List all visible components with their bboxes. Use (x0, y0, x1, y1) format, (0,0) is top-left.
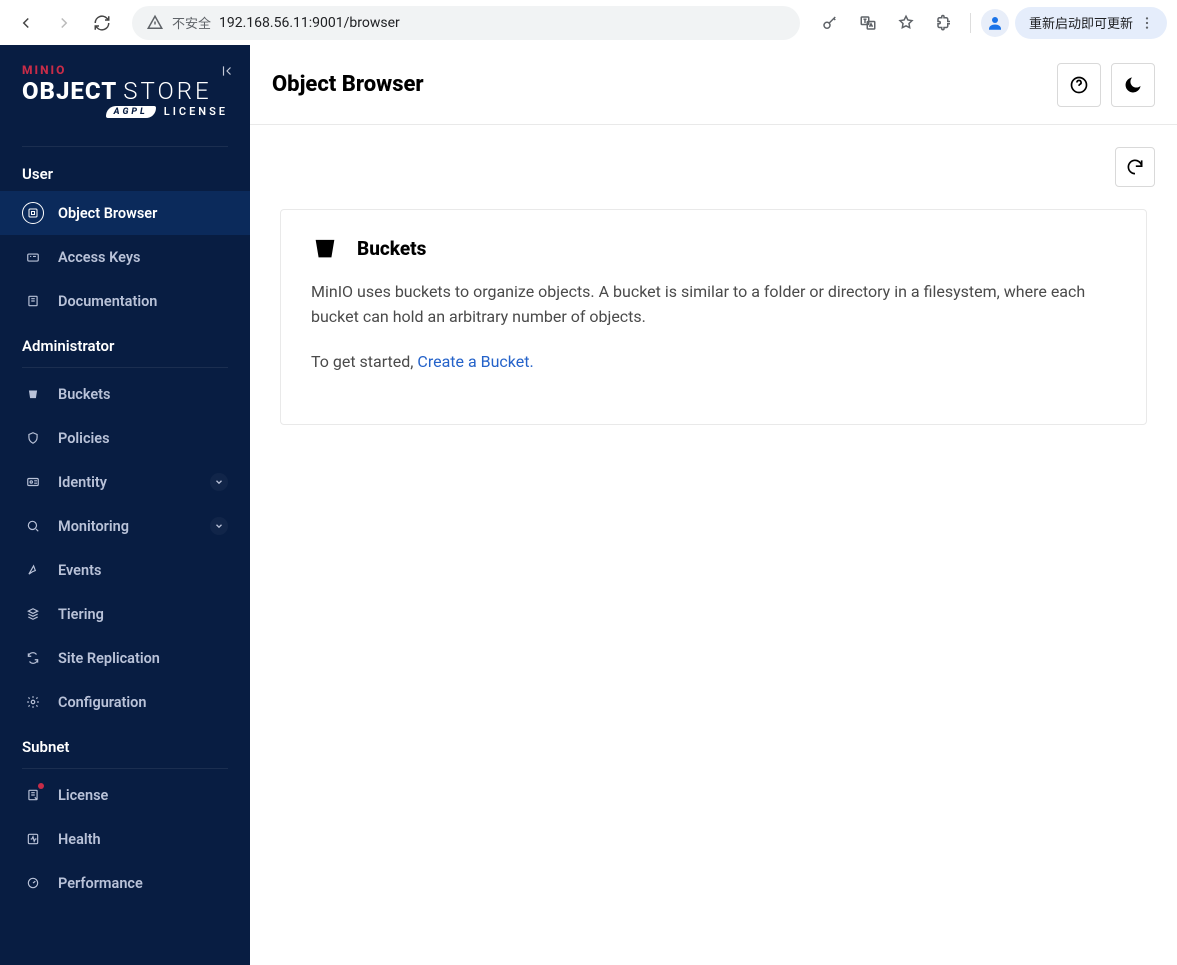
bucket-icon (311, 234, 339, 262)
sidebar-item-tiering[interactable]: Tiering (0, 592, 250, 636)
events-icon (22, 559, 44, 581)
reload-button[interactable] (86, 7, 118, 39)
dark-mode-button[interactable] (1111, 63, 1155, 107)
create-bucket-link[interactable]: Create a Bucket. (417, 352, 533, 371)
sidebar-item-access-keys[interactable]: Access Keys (0, 235, 250, 279)
sidebar-item-label: Policies (58, 430, 110, 447)
logo-line3: AGPLLICENSE (22, 105, 228, 118)
configuration-icon (22, 691, 44, 713)
sidebar-item-label: Configuration (58, 694, 147, 711)
main-content: Object Browser Buckets MinIO uses bucket… (250, 45, 1177, 965)
page-title: Object Browser (272, 72, 1047, 97)
relaunch-update-button[interactable]: 重新启动即可更新 (1015, 7, 1167, 39)
sidebar-item-label: Tiering (58, 606, 104, 623)
card-title: Buckets (357, 237, 426, 260)
toolbar (250, 125, 1177, 209)
sidebar-item-label: Site Replication (58, 650, 160, 667)
documentation-icon (22, 290, 44, 312)
sidebar-item-configuration[interactable]: Configuration (0, 680, 250, 724)
section-administrator: Administrator (0, 323, 250, 363)
sidebar-item-site-replication[interactable]: Site Replication (0, 636, 250, 680)
chevron-down-icon (210, 517, 228, 535)
sidebar-item-license[interactable]: License (0, 773, 250, 817)
translate-icon[interactable] (852, 7, 884, 39)
divider (22, 146, 228, 147)
card-cta-line: To get started, Create a Bucket. (311, 350, 1116, 375)
monitoring-icon (22, 515, 44, 537)
object-browser-icon (22, 202, 44, 224)
extensions-icon[interactable] (928, 7, 960, 39)
sidebar-item-performance[interactable]: Performance (0, 861, 250, 905)
refresh-button[interactable] (1115, 147, 1155, 187)
address-bar[interactable]: 不安全 192.168.56.11:9001/browser (132, 6, 800, 40)
page-header: Object Browser (250, 45, 1177, 125)
section-user: User (0, 151, 250, 191)
back-button[interactable] (10, 7, 42, 39)
divider (22, 367, 228, 368)
not-secure-icon (146, 14, 164, 32)
identity-icon (22, 471, 44, 493)
sidebar-item-label: Documentation (58, 293, 157, 310)
policies-icon (22, 427, 44, 449)
card-description: MinIO uses buckets to organize objects. … (311, 280, 1116, 330)
sidebar-item-object-browser[interactable]: Object Browser (0, 191, 250, 235)
sidebar-item-label: Events (58, 562, 101, 579)
site-replication-icon (22, 647, 44, 669)
sidebar-item-identity[interactable]: Identity (0, 460, 250, 504)
app-shell: MINIO OBJECTSTORE AGPLLICENSE User Objec… (0, 45, 1177, 965)
sidebar-item-monitoring[interactable]: Monitoring (0, 504, 250, 548)
performance-icon (22, 872, 44, 894)
sidebar-item-health[interactable]: Health (0, 817, 250, 861)
sidebar-item-label: Identity (58, 474, 107, 491)
forward-button[interactable] (48, 7, 80, 39)
card-header: Buckets (311, 234, 1116, 262)
card-body: MinIO uses buckets to organize objects. … (311, 280, 1116, 374)
browser-toolbar: 不安全 192.168.56.11:9001/browser 重新启动即可更新 (0, 0, 1177, 45)
sidebar-item-documentation[interactable]: Documentation (0, 279, 250, 323)
health-icon (22, 828, 44, 850)
separator (970, 13, 971, 33)
more-icon (1139, 15, 1155, 31)
logo-line1: MINIO (22, 63, 228, 77)
help-button[interactable] (1057, 63, 1101, 107)
sidebar-item-label: Performance (58, 875, 143, 892)
logo-line2: OBJECTSTORE (22, 77, 228, 105)
buckets-icon (22, 383, 44, 405)
sidebar-item-label: Health (58, 831, 101, 848)
chevron-down-icon (210, 473, 228, 491)
update-label: 重新启动即可更新 (1029, 13, 1133, 32)
access-keys-icon (22, 246, 44, 268)
sidebar-item-label: Object Browser (58, 205, 157, 222)
bookmark-star-icon[interactable] (890, 7, 922, 39)
tiering-icon (22, 603, 44, 625)
divider (22, 768, 228, 769)
sidebar: MINIO OBJECTSTORE AGPLLICENSE User Objec… (0, 45, 250, 965)
url-text: 192.168.56.11:9001/browser (219, 15, 400, 31)
password-key-icon[interactable] (814, 7, 846, 39)
sidebar-item-label: License (58, 787, 108, 804)
cta-prefix: To get started, (311, 352, 417, 371)
section-subnet: Subnet (0, 724, 250, 764)
notification-dot-icon (38, 783, 44, 789)
logo: MINIO OBJECTSTORE AGPLLICENSE (0, 63, 250, 118)
sidebar-item-label: Buckets (58, 386, 111, 403)
sidebar-item-policies[interactable]: Policies (0, 416, 250, 460)
sidebar-item-buckets[interactable]: Buckets (0, 372, 250, 416)
profile-avatar[interactable] (981, 9, 1009, 37)
sidebar-item-label: Monitoring (58, 518, 129, 535)
buckets-empty-card: Buckets MinIO uses buckets to organize o… (280, 209, 1147, 425)
sidebar-item-events[interactable]: Events (0, 548, 250, 592)
sidebar-item-label: Access Keys (58, 249, 141, 266)
security-label: 不安全 (172, 13, 211, 32)
